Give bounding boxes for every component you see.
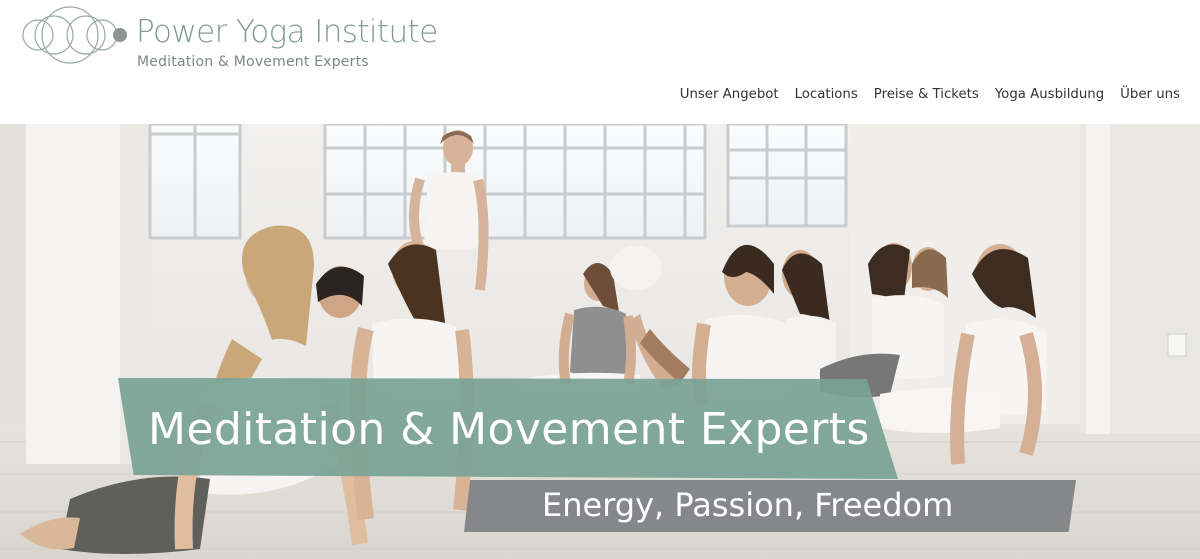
nav-item-unser-angebot[interactable]: Unser Angebot [672, 87, 787, 102]
main-nav: Unser Angebot Locations Preise & Tickets… [672, 87, 1188, 102]
brand-title: Power Yoga Institute [136, 14, 438, 50]
hero-tagline: Energy, Passion, Freedom [542, 486, 954, 524]
hero-headline: Meditation & Movement Experts [148, 404, 870, 455]
hero-section: Meditation & Movement Experts Energy, Pa… [0, 124, 1200, 559]
site-header: Power Yoga Institute Meditation & Moveme… [0, 0, 1200, 124]
nav-item-yoga-ausbildung[interactable]: Yoga Ausbildung [987, 87, 1112, 102]
nav-item-ueber-uns[interactable]: Über uns [1112, 87, 1188, 102]
logo-link[interactable]: Power Yoga Institute Meditation & Moveme… [18, 4, 438, 71]
nav-item-locations[interactable]: Locations [787, 87, 866, 102]
logo-text: Power Yoga Institute Meditation & Moveme… [136, 14, 438, 71]
nav-item-preise-tickets[interactable]: Preise & Tickets [866, 87, 987, 102]
interlocking-circles-logo-icon [22, 6, 127, 64]
brand-subtitle: Meditation & Movement Experts [137, 54, 369, 70]
